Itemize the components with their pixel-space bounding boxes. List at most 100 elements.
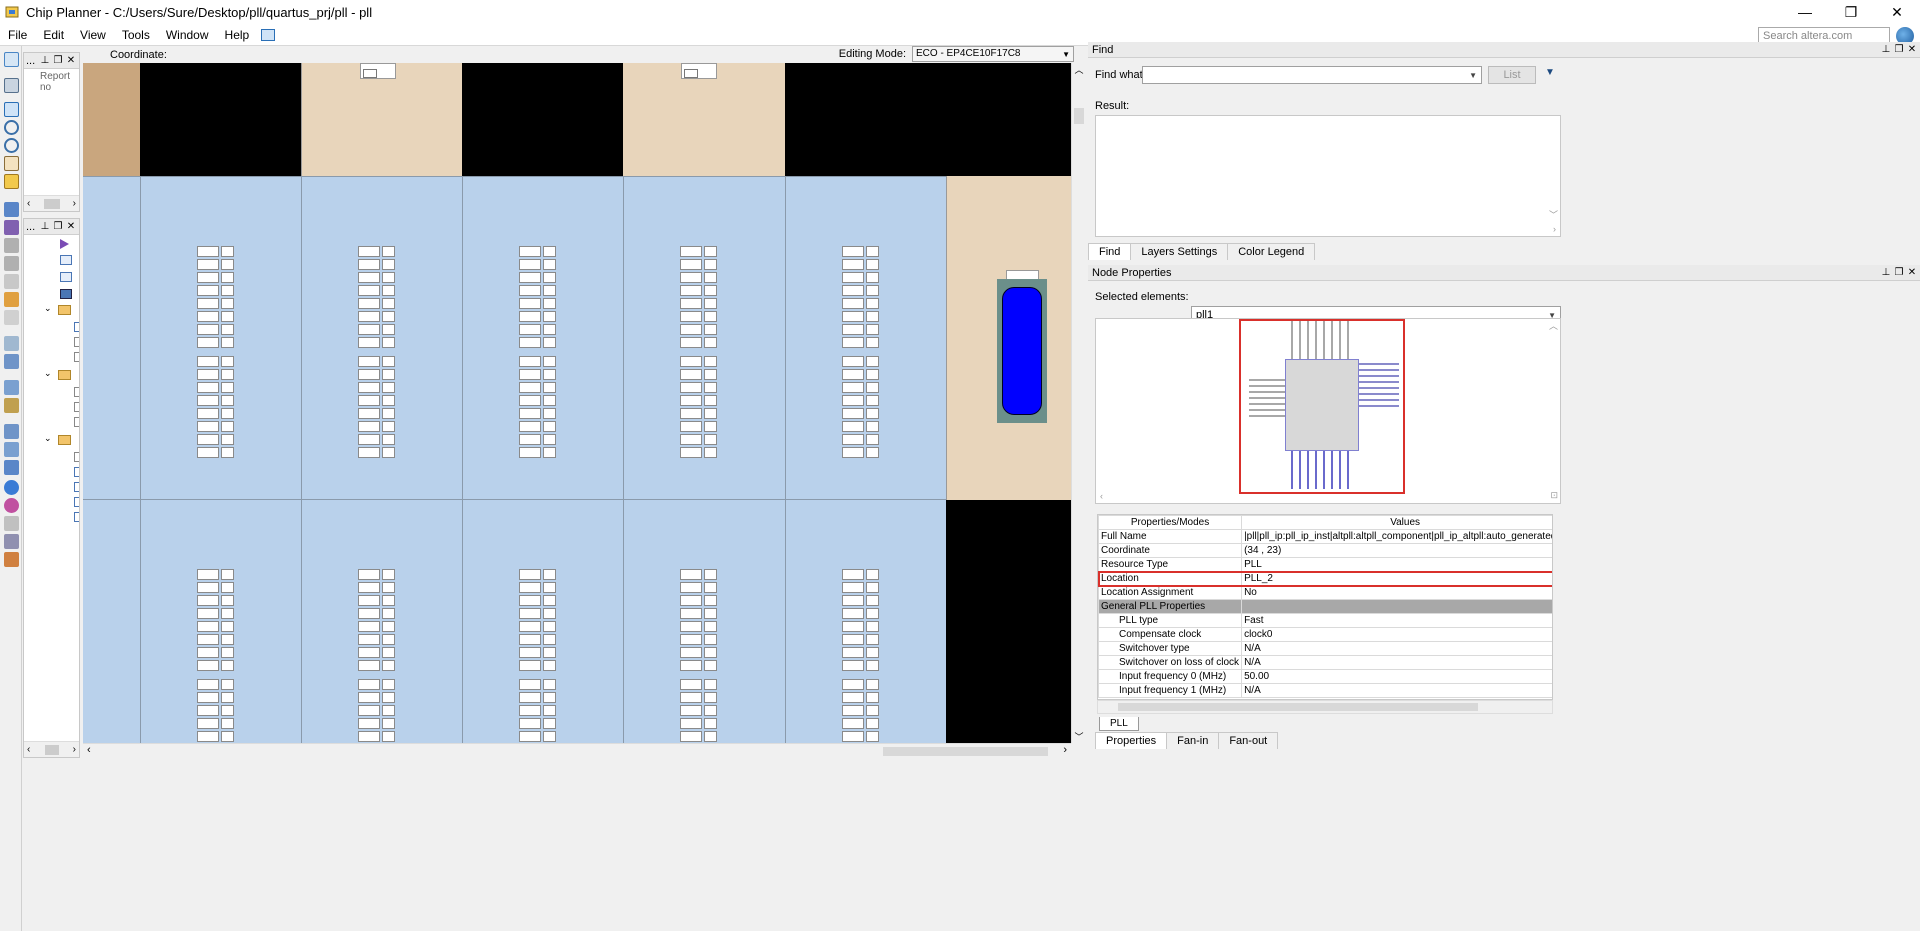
lab-cell-stack[interactable] <box>358 246 398 350</box>
pin-icon[interactable]: ⊥ <box>40 55 50 66</box>
report-icon[interactable] <box>60 272 72 282</box>
file-icon[interactable] <box>74 482 79 492</box>
table-icon[interactable] <box>4 442 19 457</box>
editing-mode-select[interactable]: ECO - EP4CE10F17C8 <box>912 46 1074 62</box>
zoom-out-icon[interactable] <box>4 138 19 153</box>
file-icon[interactable] <box>74 387 79 397</box>
expand-icon[interactable]: ⌄ <box>44 368 52 379</box>
file-icon[interactable] <box>74 417 79 427</box>
lock-icon[interactable] <box>4 516 19 531</box>
table-row[interactable]: Compensate clock clock0 <box>1098 627 1552 642</box>
lab-cell-stack[interactable] <box>519 569 559 673</box>
lab-cell-stack[interactable] <box>519 356 559 460</box>
menu-edit[interactable]: Edit <box>35 28 72 42</box>
pin-icon[interactable]: ⊥ <box>1881 44 1891 55</box>
table-row[interactable]: Resource Type PLL <box>1098 557 1552 572</box>
table-horizontal-scrollbar[interactable] <box>1097 700 1553 714</box>
clear-tool-icon[interactable] <box>4 310 19 325</box>
sheet-tab-pll[interactable]: PLL <box>1099 717 1139 731</box>
file-icon[interactable] <box>74 402 79 412</box>
table-icon[interactable] <box>60 289 72 299</box>
report-icon[interactable] <box>60 255 72 265</box>
lab-cell-stack[interactable] <box>842 356 882 460</box>
io-block[interactable] <box>623 63 785 176</box>
header-properties[interactable]: Properties/Modes <box>1098 515 1243 530</box>
lab-cell-stack[interactable] <box>680 569 720 673</box>
menu-tools[interactable]: Tools <box>114 28 158 42</box>
lab-cell-stack[interactable] <box>842 569 882 673</box>
canvas-vertical-scrollbar[interactable]: ︿ ﹀ <box>1071 63 1086 743</box>
close-icon[interactable]: ✕ <box>1907 267 1917 278</box>
menu-help[interactable]: Help <box>217 28 258 42</box>
tasks-icon[interactable] <box>4 52 19 67</box>
options-dropdown-icon[interactable]: ▼ <box>1540 67 1560 83</box>
select-pointer-icon[interactable] <box>4 102 19 117</box>
binoculars-icon[interactable] <box>4 380 19 395</box>
header-values[interactable]: Values <box>1241 515 1552 530</box>
highlight-tool-icon[interactable] <box>4 292 19 307</box>
fit-window-icon[interactable] <box>4 174 19 189</box>
close-icon[interactable]: ✕ <box>66 221 76 232</box>
folder-icon[interactable] <box>58 305 71 315</box>
file-icon[interactable] <box>74 352 79 362</box>
hand-pan-icon[interactable] <box>4 156 19 171</box>
table-row[interactable]: PLL type Fast <box>1098 613 1552 628</box>
pll-diagram-view[interactable]: ︿ ⊡ ‹ <box>1095 318 1561 504</box>
pll-block[interactable] <box>997 279 1047 423</box>
pll-symbol[interactable] <box>1285 359 1359 451</box>
chip-floorplan-canvas[interactable] <box>83 63 1071 743</box>
lab-cell-stack[interactable] <box>197 356 237 460</box>
table-row[interactable]: Switchover on loss of clock N/A <box>1098 655 1552 670</box>
minimize-button[interactable]: — <box>1782 0 1828 24</box>
close-button[interactable]: ✕ <box>1874 0 1920 24</box>
io-block[interactable] <box>83 63 140 176</box>
pin-icon[interactable]: ⊥ <box>1881 267 1891 278</box>
lab-cell-stack[interactable] <box>358 679 398 743</box>
table-row[interactable]: Input frequency 1 (MHz) N/A <box>1098 683 1552 698</box>
delay-icon[interactable] <box>4 354 19 369</box>
float-icon[interactable]: ❐ <box>1894 44 1904 55</box>
float-icon[interactable]: ❐ <box>53 55 63 66</box>
timing-icon[interactable] <box>4 480 19 495</box>
file-icon[interactable] <box>74 337 79 347</box>
table-row[interactable]: Location Assignment No <box>1098 585 1552 600</box>
file-icon[interactable] <box>74 452 79 462</box>
tab-properties[interactable]: Properties <box>1095 732 1168 749</box>
locate-icon[interactable] <box>4 398 19 413</box>
folder-icon[interactable] <box>58 435 71 445</box>
restore-button[interactable]: ❐ <box>1828 0 1874 24</box>
layers-icon[interactable] <box>4 202 19 217</box>
float-icon[interactable]: ❐ <box>53 221 63 232</box>
io-block[interactable] <box>301 63 462 176</box>
table-row-location[interactable]: Location PLL_2 <box>1098 570 1552 587</box>
feedback-icon[interactable] <box>261 28 276 41</box>
file-icon[interactable] <box>74 512 79 522</box>
list-button[interactable]: List <box>1488 66 1536 84</box>
routing-tool-icon[interactable] <box>4 274 19 289</box>
lab-cell-stack[interactable] <box>358 356 398 460</box>
table-section-row[interactable]: General PLL Properties <box>1098 599 1552 614</box>
file-icon[interactable] <box>74 467 79 477</box>
tab-fan-out[interactable]: Fan-out <box>1218 732 1279 749</box>
lab-cell-stack[interactable] <box>197 246 237 350</box>
folder-icon[interactable] <box>58 370 71 380</box>
lab-cell-stack[interactable] <box>358 569 398 673</box>
expand-icon[interactable]: ⌄ <box>44 303 52 314</box>
result-box[interactable]: ﹀ › <box>1095 115 1561 237</box>
pll-region[interactable] <box>946 176 1071 500</box>
expand-icon[interactable]: ⌄ <box>44 433 52 444</box>
properties-icon[interactable] <box>4 424 19 439</box>
network-icon[interactable] <box>4 534 19 549</box>
connection-tool-icon[interactable] <box>4 256 19 271</box>
left-panel-top-scrollbar[interactable]: ‹ › <box>24 195 79 211</box>
table-row[interactable]: Full Name |pll|pll_ip:pll_ip_inst|altpll:… <box>1098 529 1552 544</box>
lab-cell-stack[interactable] <box>519 679 559 743</box>
report-icon[interactable] <box>4 78 19 93</box>
menu-view[interactable]: View <box>72 28 114 42</box>
close-icon[interactable]: ✕ <box>1907 44 1917 55</box>
table-row[interactable]: Input frequency 0 (MHz) 50.00 <box>1098 669 1552 684</box>
lab-cell-stack[interactable] <box>842 246 882 350</box>
find-what-input[interactable] <box>1142 66 1482 84</box>
menu-window[interactable]: Window <box>158 28 217 42</box>
power-icon[interactable] <box>4 498 19 513</box>
